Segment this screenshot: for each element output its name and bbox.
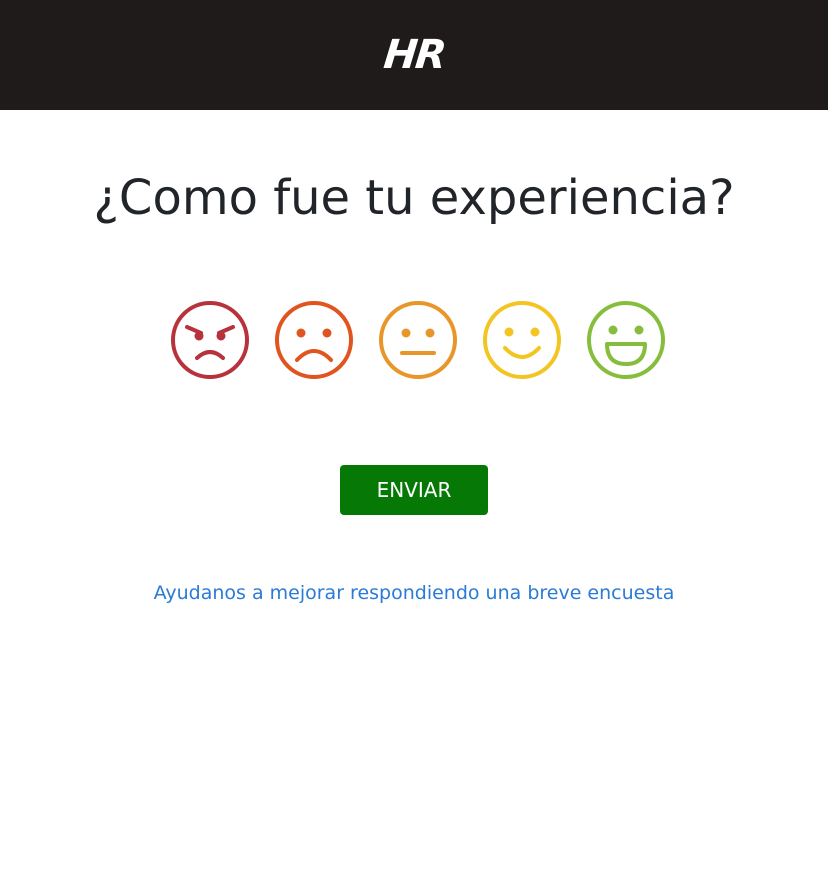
survey-link[interactable]: Ayudanos a mejorar respondiendo una brev… [0,582,828,604]
rating-faces [170,300,666,380]
rating-neutral-button[interactable] [378,300,458,380]
laugh-face-icon [587,301,665,379]
page-title: ¿Como fue tu experiencia? [93,170,735,226]
rating-laugh-button[interactable] [586,300,666,380]
sad-face-icon [275,301,353,379]
smile-face-icon [483,301,561,379]
angry-face-icon [171,301,249,379]
neutral-face-icon [379,301,457,379]
hr-logo: HR [381,32,447,78]
rating-angry-button[interactable] [170,300,250,380]
rating-sad-button[interactable] [274,300,354,380]
rating-smile-button[interactable] [482,300,562,380]
app-header: HR [0,0,828,110]
submit-button[interactable]: ENVIAR [340,465,488,515]
